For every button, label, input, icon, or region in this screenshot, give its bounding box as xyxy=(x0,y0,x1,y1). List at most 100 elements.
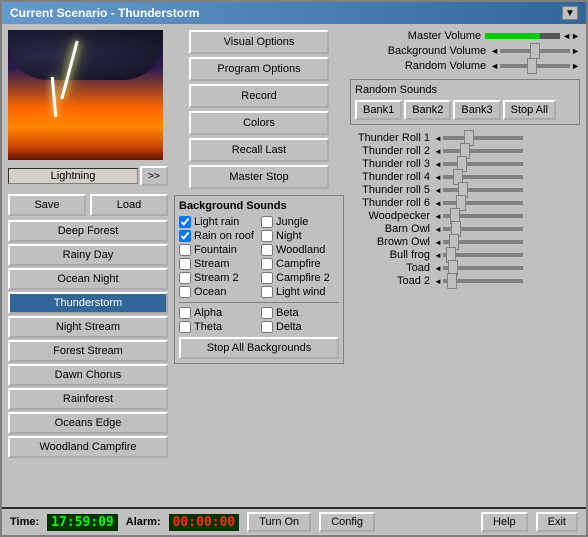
random-sound-label-7: Barn Owl xyxy=(350,223,430,235)
help-button[interactable]: Help xyxy=(481,512,528,532)
stop-all-button[interactable]: Stop All xyxy=(503,100,556,120)
brainwave-item-3: Delta xyxy=(261,321,339,333)
random-sound-slider-11[interactable] xyxy=(443,279,523,283)
random-sound-label-11: Toad 2 xyxy=(350,275,430,287)
random-sound-slider-7[interactable] xyxy=(443,227,523,231)
alarm-value: 00:00:00 xyxy=(169,514,240,531)
sound-label-2: Rain on roof xyxy=(194,230,254,242)
scenario-btn-0[interactable]: Deep Forest xyxy=(8,220,168,242)
random-sound-label-10: Toad xyxy=(350,262,430,274)
scenario-btn-2[interactable]: Ocean Night xyxy=(8,268,168,290)
scenario-btn-5[interactable]: Forest Stream xyxy=(8,340,168,362)
center-btn-4[interactable]: Recall Last xyxy=(189,138,329,162)
sound-slider-left-8: ◄ xyxy=(434,238,442,247)
random-sound-slider-6[interactable] xyxy=(443,214,523,218)
volume-section: Master Volume ◄► Background Volume ◄ ► xyxy=(350,30,580,72)
random-sound-label-3: Thunder roll 4 xyxy=(350,171,430,183)
random-sound-slider-5[interactable] xyxy=(443,201,523,205)
brainwave-checkbox-0[interactable] xyxy=(179,307,191,319)
scenario-btn-7[interactable]: Rainforest xyxy=(8,388,168,410)
center-btn-2[interactable]: Record xyxy=(189,84,329,108)
bank2-button[interactable]: Bank2 xyxy=(404,100,451,120)
load-button[interactable]: Load xyxy=(90,194,168,216)
preview-image xyxy=(8,30,163,160)
background-volume-label: Background Volume xyxy=(386,45,486,57)
turn-on-button[interactable]: Turn On xyxy=(247,512,311,532)
sound-checkbox-1[interactable] xyxy=(261,216,273,228)
sound-label-7: Campfire xyxy=(276,258,321,270)
sound-checkbox-6[interactable] xyxy=(179,258,191,270)
sound-checkbox-7[interactable] xyxy=(261,258,273,270)
sound-checkbox-3[interactable] xyxy=(261,230,273,242)
brainwave-checkbox-3[interactable] xyxy=(261,321,273,333)
scenario-btn-9[interactable]: Woodland Campfire xyxy=(8,436,168,458)
sound-slider-left-4: ◄ xyxy=(434,186,442,195)
sound-item-0: Light rain xyxy=(179,216,257,228)
sound-item-4: Fountain xyxy=(179,244,257,256)
sound-slider-left-10: ◄ xyxy=(434,264,442,273)
background-volume-slider[interactable] xyxy=(500,49,570,53)
sound-checkbox-8[interactable] xyxy=(179,272,191,284)
save-load-row: Save Load xyxy=(8,194,168,216)
random-volume-slider[interactable] xyxy=(500,64,570,68)
sound-checkbox-2[interactable] xyxy=(179,230,191,242)
random-sound-slider-9[interactable] xyxy=(443,253,523,257)
random-sound-row-11: Toad 2 ◄ xyxy=(350,275,580,287)
sound-slider-left-2: ◄ xyxy=(434,160,442,169)
center-btn-1[interactable]: Program Options xyxy=(189,57,329,81)
center-btn-3[interactable]: Colors xyxy=(189,111,329,135)
scenario-list: Deep ForestRainy DayOcean NightThunderst… xyxy=(8,220,168,458)
sound-label-9: Campfire 2 xyxy=(276,272,330,284)
random-sound-slider-8[interactable] xyxy=(443,240,523,244)
minimize-button[interactable]: ▼ xyxy=(562,6,578,20)
config-button[interactable]: Config xyxy=(319,512,375,532)
sound-slider-left-1: ◄ xyxy=(434,147,442,156)
center-buttons: Visual Options Program Options Record Color… xyxy=(174,30,344,189)
exit-button[interactable]: Exit xyxy=(536,512,578,532)
scenario-btn-8[interactable]: Oceans Edge xyxy=(8,412,168,434)
arrow-button[interactable]: >> xyxy=(140,166,168,186)
sound-item-11: Light wind xyxy=(261,286,339,298)
random-sound-slider-4[interactable] xyxy=(443,188,523,192)
random-sound-slider-1[interactable] xyxy=(443,149,523,153)
scenario-btn-4[interactable]: Night Stream xyxy=(8,316,168,338)
sound-checkbox-10[interactable] xyxy=(179,286,191,298)
sound-slider-left-3: ◄ xyxy=(434,173,442,182)
scenario-btn-6[interactable]: Dawn Chorus xyxy=(8,364,168,386)
random-volume-row: Random Volume ◄ ► xyxy=(350,60,580,72)
random-sounds-box: Random Sounds Bank1 Bank2 Bank3 Stop All xyxy=(350,79,580,125)
sound-label-6: Stream xyxy=(194,258,229,270)
sound-item-10: Ocean xyxy=(179,286,257,298)
left-panel: Lightning >> Save Load Deep ForestRainy … xyxy=(8,30,168,501)
status-bar: Time: 17:59:09 Alarm: 00:00:00 Turn On C… xyxy=(2,507,586,535)
center-btn-5[interactable]: Master Stop xyxy=(189,165,329,189)
bank3-button[interactable]: Bank3 xyxy=(453,100,500,120)
sound-checkbox-0[interactable] xyxy=(179,216,191,228)
brainwave-label-2: Theta xyxy=(194,321,222,333)
random-sound-slider-0[interactable] xyxy=(443,136,523,140)
sound-label-0: Light rain xyxy=(194,216,239,228)
bg-vol-right-icon: ► xyxy=(571,46,580,56)
sound-checkbox-11[interactable] xyxy=(261,286,273,298)
stop-all-backgrounds-button[interactable]: Stop All Backgrounds xyxy=(179,337,339,359)
scenario-btn-3[interactable]: Thunderstorm xyxy=(8,292,168,314)
random-sound-slider-2[interactable] xyxy=(443,162,523,166)
rand-vol-right-icon: ► xyxy=(571,61,580,71)
scenario-btn-1[interactable]: Rainy Day xyxy=(8,244,168,266)
random-sound-slider-10[interactable] xyxy=(443,266,523,270)
sound-checkbox-5[interactable] xyxy=(261,244,273,256)
sound-slider-left-11: ◄ xyxy=(434,277,442,286)
sound-checkbox-4[interactable] xyxy=(179,244,191,256)
bg-vol-slider-wrap: ◄ ► xyxy=(490,46,580,56)
bank1-button[interactable]: Bank1 xyxy=(355,100,402,120)
sound-checkbox-9[interactable] xyxy=(261,272,273,284)
brainwave-checkbox-1[interactable] xyxy=(261,307,273,319)
bg-sounds-title: Background Sounds xyxy=(179,200,339,212)
sound-label-1: Jungle xyxy=(276,216,308,228)
random-sound-label-4: Thunder roll 5 xyxy=(350,184,430,196)
brainwave-checkbox-2[interactable] xyxy=(179,321,191,333)
center-btn-0[interactable]: Visual Options xyxy=(189,30,329,54)
save-button[interactable]: Save xyxy=(8,194,86,216)
random-sound-slider-3[interactable] xyxy=(443,175,523,179)
bg-vol-left-icon: ◄ xyxy=(490,46,499,56)
